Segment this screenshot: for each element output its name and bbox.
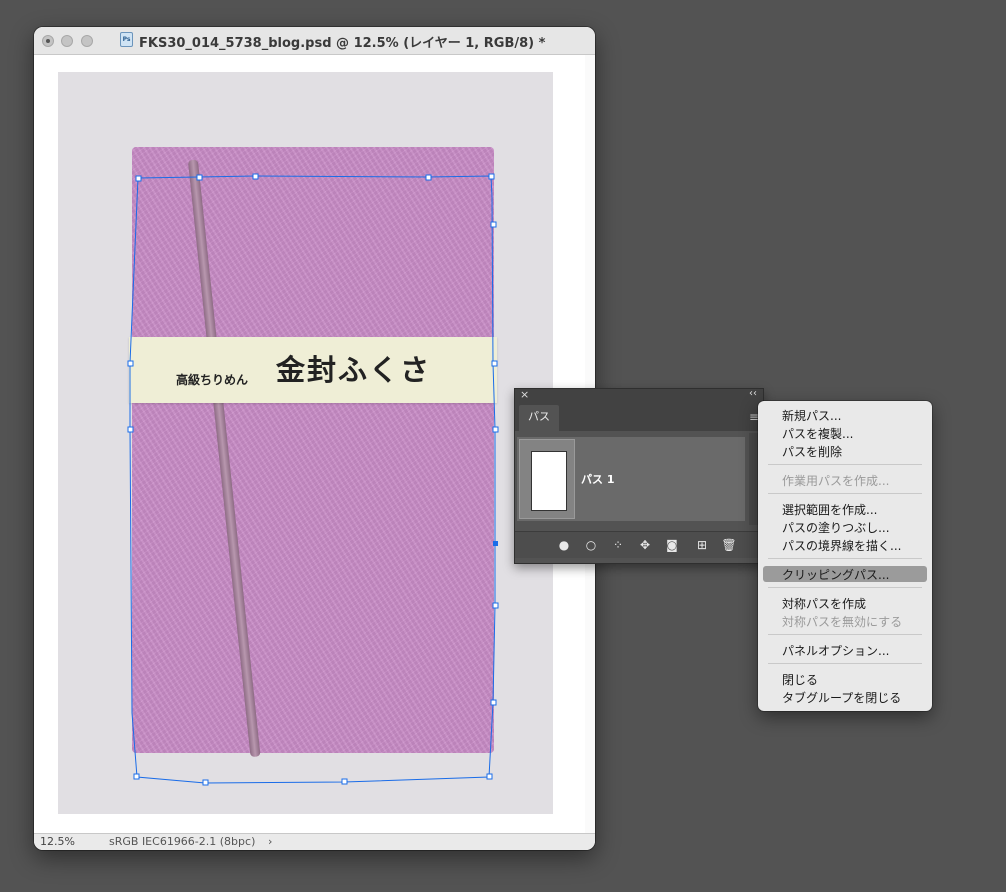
band-small-text: 高級ちりめん: [176, 373, 249, 387]
close-icon[interactable]: ×: [520, 388, 529, 401]
document-title: FKS30_014_5738_blog.psd @ 12.5% (レイヤー 1,…: [139, 36, 546, 51]
make-work-path-icon[interactable]: ✥: [636, 536, 654, 554]
menu-item-panel-options[interactable]: パネルオプション...: [782, 642, 889, 659]
collapse-icon[interactable]: ‹‹: [749, 388, 757, 399]
minimize-window-button[interactable]: [61, 35, 73, 47]
status-menu-arrow[interactable]: ›: [268, 835, 272, 849]
menu-separator: [768, 634, 922, 635]
stroke-path-icon[interactable]: ○: [582, 536, 600, 554]
panel-tab-row: パス ≡: [515, 403, 763, 431]
menu-separator: [768, 493, 922, 494]
panel-header[interactable]: × ‹‹: [515, 388, 763, 403]
menu-item-close-tab-group[interactable]: タブグループを閉じる: [782, 689, 901, 706]
path-name[interactable]: パス 1: [581, 471, 614, 487]
paths-panel: × ‹‹ パス ≡ パス 1 ● ○ ⁘ ✥ ◙ ⊞ 🗑: [514, 388, 764, 564]
close-window-button[interactable]: [42, 35, 54, 47]
status-bar: 12.5% sRGB IEC61966-2.1 (8bpc) ›: [34, 833, 595, 850]
path-thumbnail-shape: [531, 451, 567, 511]
menu-item-fill-path[interactable]: パスの塗りつぶし...: [782, 519, 890, 536]
menu-item-clipping-path[interactable]: クリッピングパス...: [782, 566, 889, 583]
paths-panel-menu: 新規パス... パスを複製... パスを削除 作業用パスを作成... 選択範囲を…: [758, 401, 932, 711]
menu-item-make-selection[interactable]: 選択範囲を作成...: [782, 501, 877, 518]
menu-item-new-path[interactable]: 新規パス...: [782, 407, 841, 424]
panel-toolbar: ● ○ ⁘ ✥ ◙ ⊞ 🗑: [515, 531, 763, 558]
canvas[interactable]: 高級ちりめん 金封ふくさ: [34, 55, 595, 833]
menu-item-create-symmetry-path[interactable]: 対称パスを作成: [782, 595, 866, 612]
trash-icon[interactable]: 🗑: [720, 536, 738, 554]
menu-separator: [768, 587, 922, 588]
tab-paths[interactable]: パス: [519, 405, 559, 431]
add-mask-icon[interactable]: ◙: [663, 536, 681, 554]
menu-item-make-work-path: 作業用パスを作成...: [782, 474, 890, 488]
path-thumbnail: [519, 439, 575, 519]
band-large-text: 金封ふくさ: [276, 353, 432, 387]
new-path-icon[interactable]: ⊞: [693, 536, 711, 554]
zoom-level-field[interactable]: 12.5%: [40, 835, 88, 849]
menu-item-duplicate-path[interactable]: パスを複製...: [782, 425, 853, 442]
menu-separator: [768, 663, 922, 664]
menu-item-stroke-path[interactable]: パスの境界線を描く...: [782, 537, 901, 554]
menu-item-close[interactable]: 閉じる: [782, 671, 818, 688]
document-window: Ps FKS30_014_5738_blog.psd @ 12.5% (レイヤー…: [34, 27, 595, 850]
path-list-item[interactable]: パス 1: [517, 437, 745, 521]
menu-item-disable-symmetry: 対称パスを無効にする: [782, 615, 903, 629]
color-profile-label: sRGB IEC61966-2.1 (8bpc): [109, 835, 256, 848]
load-selection-icon[interactable]: ⁘: [609, 536, 627, 554]
photoshop-doc-icon: Ps: [120, 32, 133, 47]
fukusa-envelope-image: [132, 147, 494, 753]
document-titlebar[interactable]: Ps FKS30_014_5738_blog.psd @ 12.5% (レイヤー…: [34, 27, 595, 55]
menu-item-delete-path[interactable]: パスを削除: [782, 443, 842, 460]
menu-separator: [768, 464, 922, 465]
fill-path-icon[interactable]: ●: [555, 536, 573, 554]
zoom-window-button[interactable]: [81, 35, 93, 47]
menu-separator: [768, 558, 922, 559]
